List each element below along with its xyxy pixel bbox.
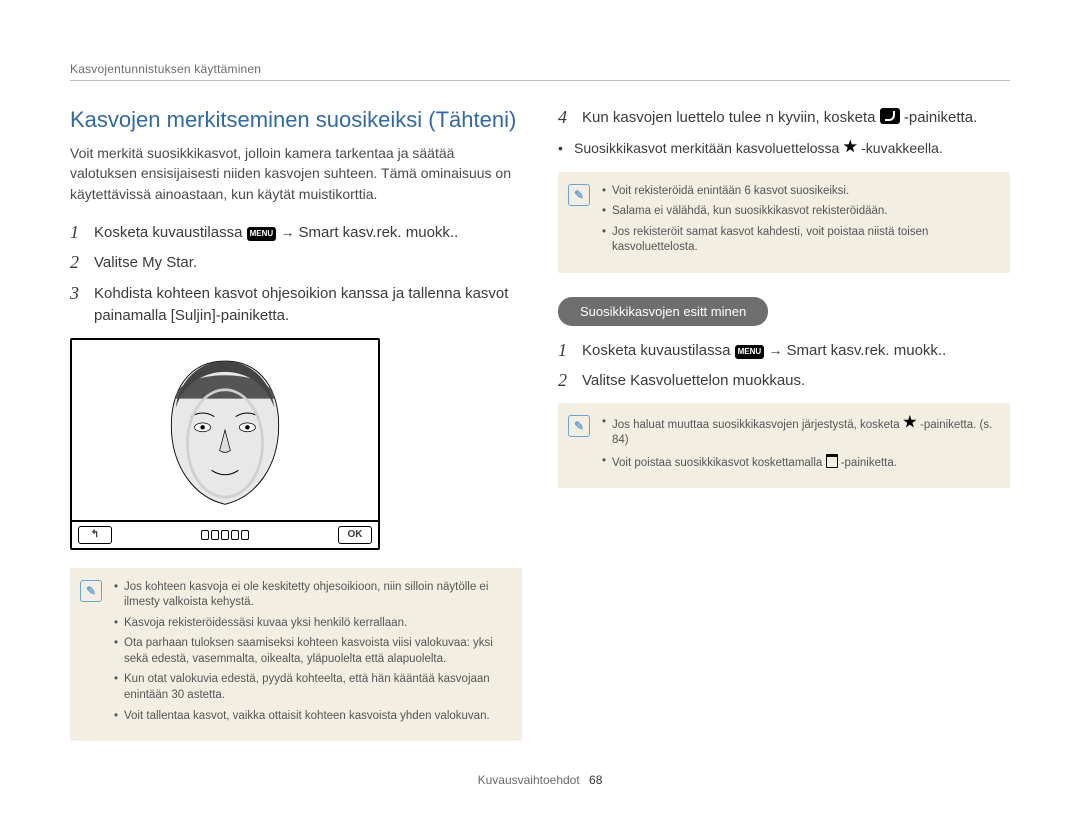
step-text: Kosketa kuvaustilassa MENU → Smart kasv.… [582,340,1010,363]
menu-icon: MENU [247,227,277,241]
left-column: Kasvojen merkitseminen suosikeiksi (Täht… [70,107,522,759]
ok-button[interactable]: OK [338,526,372,544]
note-item: Ota parhaan tuloksen saamiseksi kohteen … [114,636,508,667]
step-number: 1 [70,222,84,245]
camera-screenshot: ↰ OK [70,338,380,550]
note-item: Kun otat valokuvia edestä, pyydä kohteel… [114,672,508,703]
camera-screen [72,340,378,520]
note-item: Jos haluat muuttaa suosikkikasvojen järj… [602,415,996,449]
step-number: 1 [558,340,572,363]
step-number: 4 [558,107,572,130]
star-rank-icon [903,415,917,429]
note-icon: ✎ [80,580,102,602]
step-text: Kun kasvojen luettelo tulee n kyviin, ko… [582,107,1010,130]
step-1: 1 Kosketa kuvaustilassa MENU → Smart kas… [70,222,522,245]
breadcrumb: Kasvojentunnistuksen käyttäminen [70,62,1010,76]
note-item: Voit poistaa suosikkikasvot koskettamall… [602,454,996,472]
step-1b: 1 Kosketa kuvaustilassa MENU → Smart kas… [558,340,1010,363]
page-number: 68 [589,773,602,787]
intro-paragraph: Voit merkitä suosikkikasvot, jolloin kam… [70,143,522,204]
note-icon: ✎ [568,184,590,206]
footer: Kuvausvaihtoehdot 68 [0,773,1080,787]
note-item: Voit tallentaa kasvot, vaikka ottaisit k… [114,709,508,725]
page-title: Kasvojen merkitseminen suosikeiksi (Täht… [70,107,522,133]
step-text: Valitse My Star. [94,252,522,275]
arrow-icon: → [768,342,782,358]
note-box-right-2: ✎ Jos haluat muuttaa suosikkikasvojen jä… [558,403,1010,489]
face-illustration [135,345,315,515]
step-text: Kosketa kuvaustilassa MENU → Smart kasv.… [94,222,522,245]
note-box-left: ✎ Jos kohteen kasvoja ei ole keskitetty … [70,568,522,741]
right-column: 4 Kun kasvojen luettelo tulee n kyviin, … [558,107,1010,759]
return-icon [880,108,900,124]
sub-bullet: Suosikkikasvot merkitään kasvoluetteloss… [558,138,1010,158]
note-item: Kasvoja rekisteröidessäsi kuvaa yksi hen… [114,616,508,632]
note-item: Salama ei välähdä, kun suosikkikasvot re… [602,204,996,220]
note-item: Voit rekisteröidä enintään 6 kasvot suos… [602,184,996,200]
note-icon: ✎ [568,415,590,437]
step-number: 2 [558,370,572,393]
divider [70,80,1010,81]
left-steps: 1 Kosketa kuvaustilassa MENU → Smart kas… [70,222,522,328]
back-button[interactable]: ↰ [78,526,112,544]
step-text: Valitse Kasvoluettelon muokkaus. [582,370,1010,393]
step-number: 2 [70,252,84,275]
camera-bottom-bar: ↰ OK [72,520,378,548]
note-item: Jos kohteen kasvoja ei ole keskitetty oh… [114,580,508,611]
arrow-icon: → [280,224,294,240]
step-4: 4 Kun kasvojen luettelo tulee n kyviin, … [558,107,1010,130]
right-steps-2: 1 Kosketa kuvaustilassa MENU → Smart kas… [558,340,1010,393]
page: Kasvojentunnistuksen käyttäminen Kasvoje… [0,0,1080,815]
note-box-right-1: ✎ Voit rekisteröidä enintään 6 kasvot su… [558,172,1010,273]
trash-icon [826,454,838,468]
step-2: 2 Valitse My Star. [70,252,522,275]
footer-section: Kuvausvaihtoehdot [478,773,580,787]
step-text: Kohdista kohteen kasvot ohjesoikion kans… [94,283,522,328]
right-steps: 4 Kun kasvojen luettelo tulee n kyviin, … [558,107,1010,130]
subheading: Suosikkikasvojen esitt minen [558,297,768,326]
step-2b: 2 Valitse Kasvoluettelon muokkaus. [558,370,1010,393]
step-3: 3 Kohdista kohteen kasvot ohjesoikion ka… [70,283,522,328]
menu-icon: MENU [735,345,765,359]
step-number: 3 [70,283,84,328]
shot-indicator [201,530,249,540]
columns: Kasvojen merkitseminen suosikeiksi (Täht… [70,107,1010,759]
note-item: Jos rekisteröit samat kasvot kahdesti, v… [602,225,996,256]
star-icon [843,140,857,154]
